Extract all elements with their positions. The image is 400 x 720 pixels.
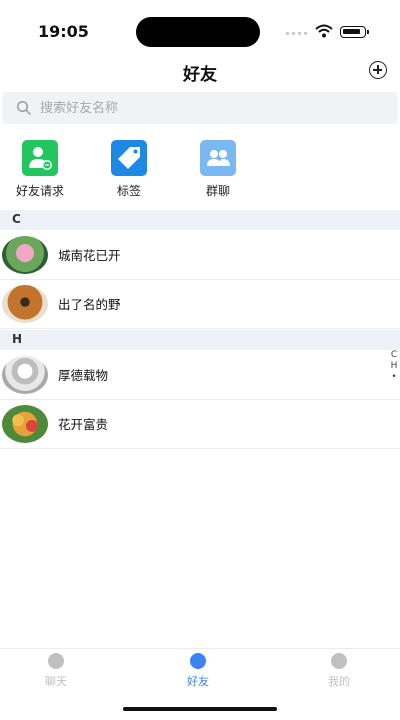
contact-row[interactable]: 花开富贵: [0, 401, 400, 449]
section-letter: C: [12, 212, 21, 226]
section-header-c: C: [0, 210, 400, 230]
chat-bubble-icon: [48, 653, 64, 669]
dynamic-island: [136, 17, 260, 47]
contact-name: 城南花已开: [58, 248, 121, 263]
group-chat-shortcut[interactable]: 群聊: [183, 140, 253, 200]
alphabet-index[interactable]: C H •: [389, 350, 399, 383]
profile-icon: [331, 653, 347, 669]
page-title: 好友: [183, 65, 217, 85]
signal-icon: [286, 32, 307, 35]
nav-header: 好友: [0, 56, 400, 86]
section-letter: H: [12, 332, 23, 346]
tab-label: 聊天: [45, 675, 67, 688]
search-bar[interactable]: [2, 92, 398, 124]
tags-shortcut[interactable]: 标签: [94, 140, 164, 200]
shortcut-label: 群聊: [205, 184, 230, 198]
tab-bar: 聊天 好友 我的: [0, 648, 400, 695]
tab-friends[interactable]: 好友: [168, 653, 228, 689]
contact-row[interactable]: 出了名的野: [0, 281, 400, 329]
index-letter[interactable]: •: [389, 372, 399, 383]
tab-mine[interactable]: 我的: [309, 653, 369, 689]
battery-icon: [340, 26, 369, 38]
contact-name: 花开富贵: [58, 417, 109, 432]
avatar: [2, 356, 48, 394]
contact-name: 出了名的野: [58, 297, 121, 312]
avatar: [2, 236, 48, 274]
tab-chat[interactable]: 聊天: [26, 653, 86, 689]
index-letter[interactable]: C: [389, 350, 399, 361]
tab-label: 好友: [187, 675, 209, 688]
group-icon: [200, 140, 236, 176]
search-input[interactable]: [40, 92, 380, 124]
avatar: [2, 405, 48, 443]
add-friend-button[interactable]: [369, 61, 387, 79]
index-letter[interactable]: H: [389, 361, 399, 372]
tab-label: 我的: [328, 675, 350, 688]
wifi-icon: [315, 24, 333, 38]
friend-requests-shortcut[interactable]: 好友请求: [5, 140, 75, 200]
search-icon: [16, 100, 31, 115]
avatar: [2, 285, 48, 323]
smiley-icon: [190, 653, 206, 669]
status-bar: 19:05: [0, 0, 400, 60]
home-indicator: [123, 707, 277, 711]
status-time: 19:05: [38, 22, 89, 41]
section-header-h: H: [0, 330, 400, 350]
shortcut-label: 标签: [116, 184, 141, 198]
contact-name: 厚德载物: [58, 368, 109, 383]
shortcut-label: 好友请求: [15, 184, 64, 198]
tag-icon: [111, 140, 147, 176]
person-add-icon: [22, 140, 58, 176]
contact-row[interactable]: 厚德载物: [0, 352, 400, 400]
contact-row[interactable]: 城南花已开: [0, 232, 400, 280]
